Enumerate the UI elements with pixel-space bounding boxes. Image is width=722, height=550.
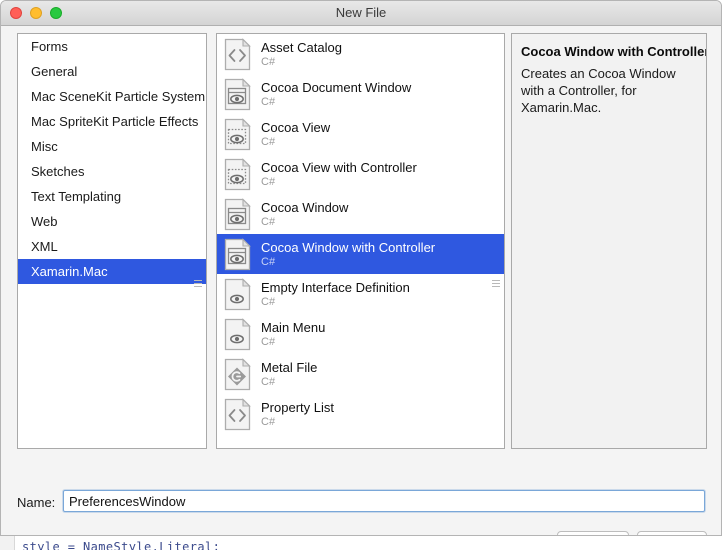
category-list[interactable]: Forms General Mac SceneKit Particle System… <box>17 33 207 449</box>
template-text: Cocoa Window C# <box>261 200 348 229</box>
name-label: Name: <box>17 495 56 510</box>
category-label: Xamarin.Mac <box>31 264 108 279</box>
view-document-icon <box>223 157 252 191</box>
dialog-body: Forms General Mac SceneKit Particle System… <box>1 26 721 535</box>
template-row[interactable]: Cocoa View C# <box>217 114 504 154</box>
category-row[interactable]: XML <box>18 234 206 259</box>
metal-document-icon <box>223 357 252 391</box>
category-label: Sketches <box>31 164 85 179</box>
template-language: C# <box>261 255 276 268</box>
template-language: C# <box>261 95 276 108</box>
template-list-grip <box>492 280 500 281</box>
template-title: Metal File <box>261 359 318 375</box>
category-list-grip <box>194 283 202 284</box>
template-row[interactable]: Property List C# <box>217 394 504 434</box>
category-row[interactable]: Forms <box>18 34 206 59</box>
template-title: Main Menu <box>261 319 326 335</box>
template-title: Cocoa View <box>261 119 331 135</box>
view-document-icon <box>223 117 252 151</box>
template-list-grip <box>492 286 500 287</box>
template-row[interactable]: Cocoa Window with Controller C# <box>217 234 504 274</box>
category-row[interactable]: Mac SpriteKit Particle Effects <box>18 109 206 134</box>
category-label: General <box>31 64 78 79</box>
template-list-grip <box>492 283 500 284</box>
template-title: Empty Interface Definition <box>261 279 410 295</box>
template-text: Cocoa View with Controller C# <box>261 160 417 189</box>
description-panel: Cocoa Window with Controller Creates an … <box>511 33 707 449</box>
category-row[interactable]: General <box>18 59 206 84</box>
template-row[interactable]: Empty Interface Definition C# <box>217 274 504 314</box>
template-title: Property List <box>261 399 334 415</box>
template-title: Cocoa Window <box>261 199 349 215</box>
category-row[interactable]: Misc <box>18 134 206 159</box>
category-row[interactable]: Web <box>18 209 206 234</box>
new-button[interactable]: New <box>637 531 707 535</box>
category-row[interactable]: Mac SceneKit Particle System <box>18 84 206 109</box>
template-list[interactable]: Asset Catalog C# Cocoa Document Window C# Co… <box>216 33 505 449</box>
template-row[interactable]: Cocoa View with Controller C# <box>217 154 504 194</box>
description-title: Cocoa Window with Controller <box>521 44 707 59</box>
name-input[interactable] <box>63 490 705 512</box>
category-list-grip <box>194 286 202 287</box>
template-text: Cocoa Document Window C# <box>261 80 411 109</box>
window-document-icon <box>223 77 252 111</box>
template-text: Asset Catalog C# <box>261 40 342 69</box>
category-label: Mac SpriteKit Particle Effects <box>31 114 199 129</box>
template-title: Cocoa Document Window <box>261 79 412 95</box>
category-label: Web <box>31 214 58 229</box>
template-text: Cocoa View C# <box>261 120 330 149</box>
template-language: C# <box>261 335 276 348</box>
template-row[interactable]: Cocoa Window C# <box>217 194 504 234</box>
empty-interface-icon <box>223 277 252 311</box>
category-label: Misc <box>31 139 58 154</box>
template-row[interactable]: Main Menu C# <box>217 314 504 354</box>
template-language: C# <box>261 295 276 308</box>
template-language: C# <box>261 135 276 148</box>
template-language: C# <box>261 375 276 388</box>
category-label: Mac SceneKit Particle System <box>31 89 206 104</box>
template-text: Cocoa Window with Controller C# <box>261 240 435 269</box>
template-text: Property List C# <box>261 400 334 429</box>
category-row[interactable]: Text Templating <box>18 184 206 209</box>
window-titlebar: New File <box>1 1 721 26</box>
category-label: Forms <box>31 39 68 54</box>
category-label: XML <box>31 239 58 254</box>
template-title: Cocoa View with Controller <box>261 159 417 175</box>
category-row[interactable]: Sketches <box>18 159 206 184</box>
template-language: C# <box>261 415 276 428</box>
template-text: Main Menu C# <box>261 320 325 349</box>
template-language: C# <box>261 215 276 228</box>
window-document-icon <box>223 197 252 231</box>
window-title: New File <box>335 5 387 20</box>
template-text: Metal File C# <box>261 360 317 389</box>
new-file-dialog: New File Forms General Mac SceneKit Partic… <box>0 0 722 536</box>
name-field-row: Name: <box>1 488 721 518</box>
code-document-icon <box>223 397 252 431</box>
template-row[interactable]: Asset Catalog C# <box>217 34 504 74</box>
cancel-button[interactable]: Cancel <box>557 531 629 535</box>
template-title: Cocoa Window with Controller <box>261 239 436 255</box>
template-language: C# <box>261 55 276 68</box>
category-list-grip <box>194 280 202 281</box>
template-title: Asset Catalog <box>261 39 342 55</box>
code-document-icon <box>223 37 252 71</box>
window-document-icon <box>223 237 252 271</box>
template-row[interactable]: Cocoa Document Window C# <box>217 74 504 114</box>
template-language: C# <box>261 175 276 188</box>
template-row[interactable]: Metal File C# <box>217 354 504 394</box>
template-text: Empty Interface Definition C# <box>261 280 410 309</box>
category-row[interactable]: Xamarin.Mac <box>18 259 206 284</box>
description-body: Creates an Cocoa Window with a Controlle… <box>521 66 676 115</box>
empty-interface-icon <box>223 317 252 351</box>
category-label: Text Templating <box>31 189 122 204</box>
background-code-line: style = NameStyle.Literal; <box>22 540 221 550</box>
